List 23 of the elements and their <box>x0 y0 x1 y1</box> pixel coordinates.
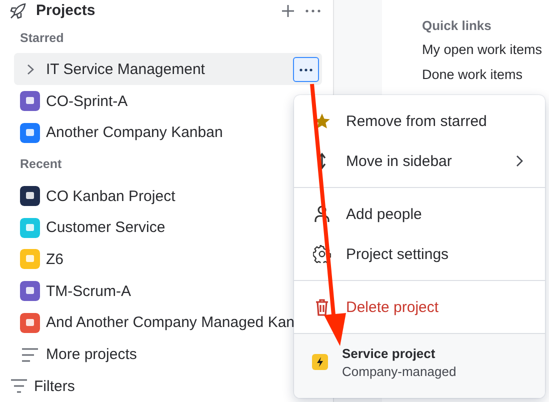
list-icon <box>20 348 40 362</box>
project-type-title: Service project <box>342 346 436 360</box>
lightning-icon <box>312 354 328 370</box>
section-label: Starred <box>20 30 64 45</box>
chevron-right-icon[interactable] <box>26 64 34 75</box>
project-item[interactable]: IT Service Management <box>14 53 322 86</box>
quick-link[interactable]: Done work items <box>422 67 549 92</box>
section-label: Recent <box>20 157 62 172</box>
settings-icon <box>313 245 331 263</box>
projects-heading: Projects <box>36 2 96 20</box>
trash-icon <box>315 298 329 316</box>
filters-link[interactable]: Filters <box>34 378 75 395</box>
more-icon[interactable] <box>293 56 319 82</box>
more-projects-link[interactable]: More projects <box>46 346 137 363</box>
rocket-icon <box>10 2 26 19</box>
quick-link[interactable]: My open work items <box>422 42 549 67</box>
add-icon[interactable] <box>281 4 295 18</box>
section-label: Quick links <box>422 18 492 34</box>
chevron-right-icon <box>516 155 523 167</box>
filter-icon <box>10 379 28 394</box>
project-type-subtitle: Company-managed <box>342 364 456 378</box>
person-icon <box>314 205 330 223</box>
more-icon[interactable] <box>305 8 321 13</box>
